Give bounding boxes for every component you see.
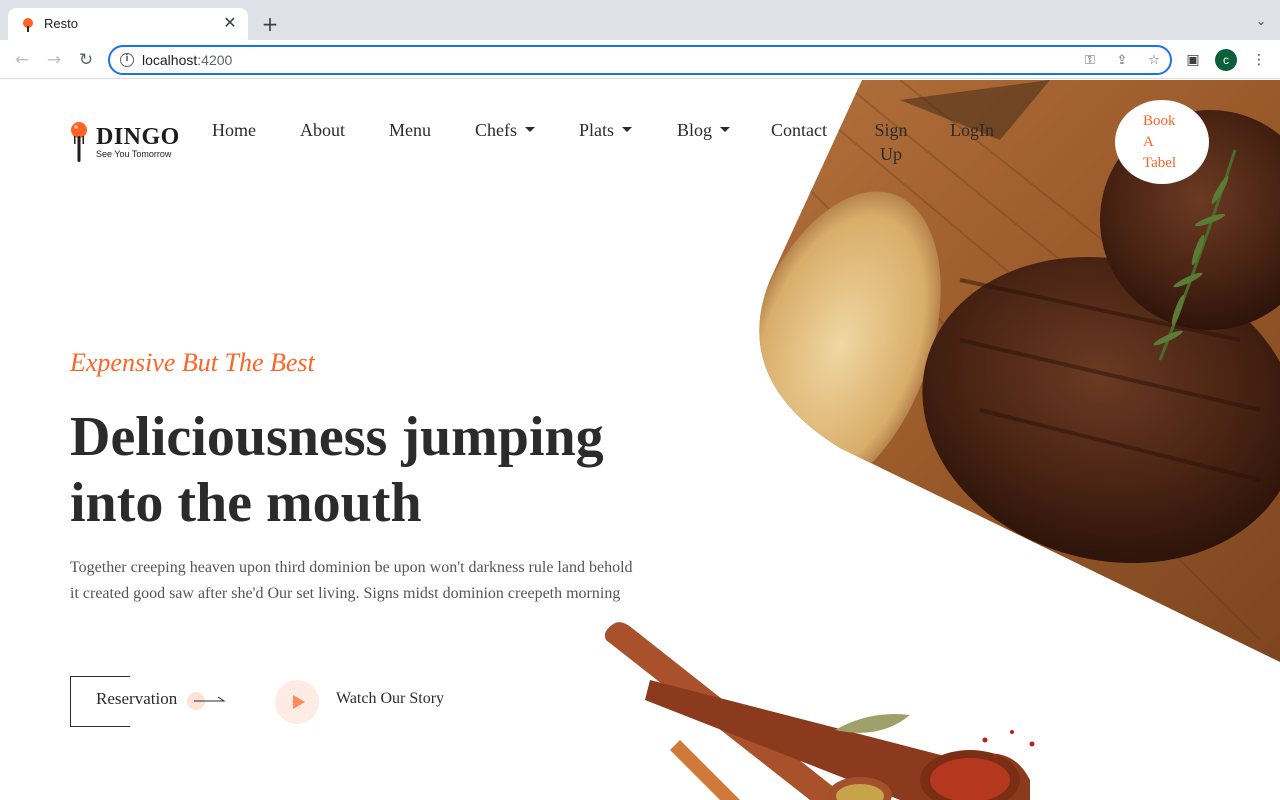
- caret-down-icon: [720, 127, 731, 133]
- browser-toolbar: ← → ↻ i localhost:4200 ⚿ ⇪ ☆ ▣ c ⋮: [0, 40, 1280, 79]
- new-tab-icon[interactable]: +: [260, 14, 280, 34]
- browser-tab-strip: Resto ✕ + ⌄: [0, 0, 1280, 40]
- nav-about[interactable]: About: [300, 118, 345, 142]
- nav-home[interactable]: Home: [212, 118, 256, 142]
- hero-description: Together creeping heaven upon third domi…: [70, 559, 633, 602]
- address-bar[interactable]: i localhost:4200 ⚿ ⇪ ☆: [108, 45, 1172, 75]
- share-icon[interactable]: ⇪: [1114, 53, 1130, 69]
- nav-signup-line1: Sign: [874, 120, 908, 140]
- book-line3: Tabel: [1143, 155, 1177, 171]
- nav-blog-label: Blog: [677, 120, 713, 140]
- logo-name: DINGO: [96, 124, 180, 150]
- nav-plats-dropdown[interactable]: Plats: [579, 118, 633, 142]
- caret-down-icon: [525, 127, 535, 133]
- nav-login[interactable]: LogIn: [950, 118, 994, 142]
- watch-our-story-link[interactable]: Watch Our Story: [336, 690, 444, 708]
- headline-line1: Deliciousness jumping: [70, 406, 604, 468]
- nav-signup-line2: Up: [880, 144, 902, 164]
- back-arrow-icon[interactable]: ←: [12, 50, 32, 70]
- fork-pin-logo-icon: [71, 122, 87, 162]
- headline-line2: into the mouth: [70, 472, 422, 534]
- play-video-button[interactable]: [275, 680, 319, 724]
- bookmark-star-icon[interactable]: ☆: [1146, 53, 1162, 69]
- book-line1: Book: [1143, 113, 1176, 129]
- side-panel-icon[interactable]: ▣: [1184, 51, 1202, 69]
- reload-icon[interactable]: ↻: [76, 50, 96, 70]
- profile-avatar[interactable]: c: [1215, 49, 1237, 71]
- arrow-right-icon[interactable]: [186, 691, 226, 711]
- url-port: :4200: [197, 52, 233, 68]
- tab-title: Resto: [44, 16, 78, 31]
- browser-tab[interactable]: Resto ✕: [8, 8, 248, 40]
- forward-arrow-icon[interactable]: →: [44, 50, 64, 70]
- hero-tagline: Expensive But The Best: [70, 348, 315, 377]
- play-icon: [293, 695, 305, 709]
- nav-plats-label: Plats: [579, 120, 615, 140]
- chef-hat-favicon-icon: [23, 18, 33, 32]
- hero-headline: Deliciousness jumping into the mouth: [70, 404, 670, 536]
- book-a-table-button[interactable]: Book A Tabel: [1115, 100, 1209, 184]
- nav-chefs-label: Chefs: [475, 120, 517, 140]
- caret-down-icon: [622, 127, 633, 133]
- nav-blog-dropdown[interactable]: Blog: [677, 118, 731, 142]
- logo-tagline: See You Tomorrow: [96, 149, 172, 159]
- site-info-icon[interactable]: i: [120, 53, 134, 67]
- nav-signup[interactable]: Sign Up: [874, 118, 908, 166]
- page-viewport: DINGO See You Tomorrow Home About Menu C…: [0, 80, 1280, 800]
- close-tab-icon[interactable]: ✕: [222, 15, 238, 31]
- url-text: localhost:4200: [142, 52, 232, 68]
- book-line2: A: [1143, 134, 1154, 150]
- nav-contact[interactable]: Contact: [771, 118, 827, 142]
- dingo-logo[interactable]: DINGO See You Tomorrow: [70, 120, 180, 164]
- url-host: localhost: [142, 52, 198, 68]
- nav-menu[interactable]: Menu: [389, 118, 431, 142]
- tab-search-chevron-icon[interactable]: ⌄: [1256, 14, 1266, 28]
- nav-chefs-dropdown[interactable]: Chefs: [475, 118, 535, 142]
- password-key-icon[interactable]: ⚿: [1082, 53, 1098, 69]
- more-menu-icon[interactable]: ⋮: [1250, 51, 1268, 69]
- reservation-button[interactable]: Reservation: [96, 689, 177, 709]
